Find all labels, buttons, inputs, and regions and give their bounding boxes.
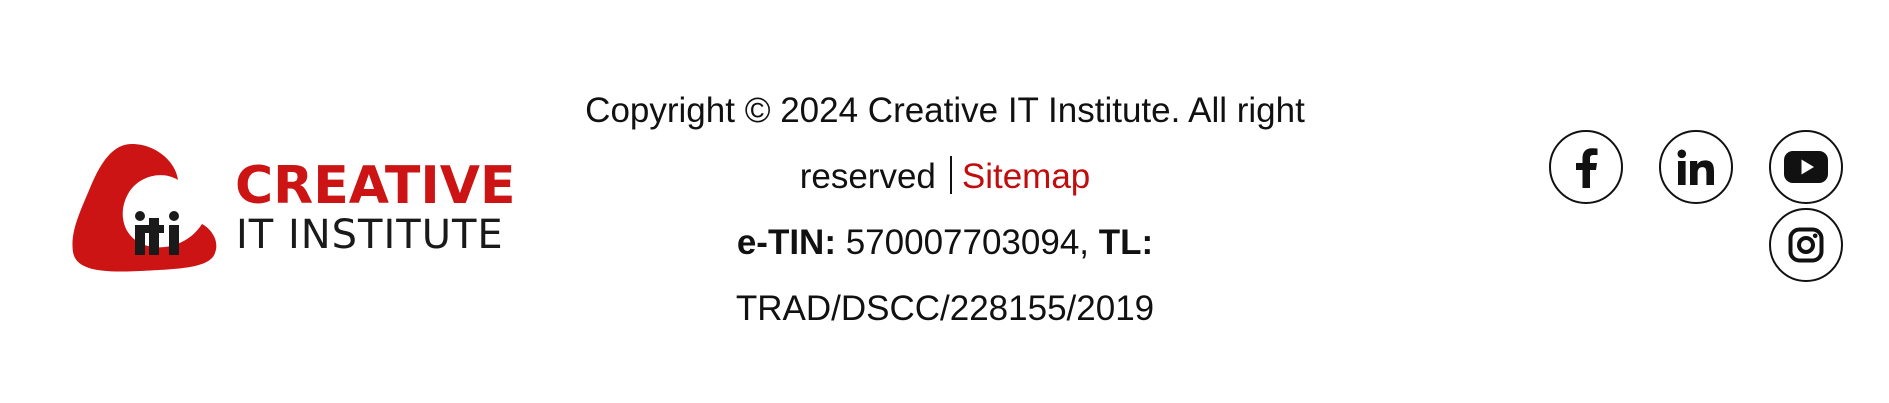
sitemap-link[interactable]: Sitemap bbox=[962, 157, 1090, 196]
divider bbox=[949, 156, 952, 194]
instagram-button[interactable] bbox=[1769, 208, 1843, 282]
logo-mark-icon bbox=[72, 144, 217, 272]
linkedin-icon bbox=[1677, 149, 1714, 185]
reserved-line: reserved Sitemap bbox=[540, 144, 1350, 210]
etin-value: 570007703094, bbox=[835, 223, 1090, 262]
linkedin-button[interactable] bbox=[1659, 130, 1733, 204]
facebook-icon bbox=[1576, 148, 1598, 188]
logo-subtitle: IT INSTITUTE bbox=[236, 212, 504, 258]
reserved-text: reserved bbox=[799, 157, 936, 196]
etin-line: e-TIN: 570007703094, TL: bbox=[540, 210, 1350, 276]
facebook-button[interactable] bbox=[1549, 130, 1623, 204]
copyright-block: Copyright © 2024 Creative IT Institute. … bbox=[540, 78, 1350, 342]
tl-label: TL: bbox=[1089, 223, 1154, 262]
tl-value: TRAD/DSCC/228155/2019 bbox=[735, 289, 1155, 328]
site-footer: CREATIVE IT INSTITUTE Copyright © 2024 C… bbox=[0, 0, 1889, 403]
logo-title: CREATIVE bbox=[235, 156, 516, 216]
youtube-button[interactable] bbox=[1769, 130, 1843, 204]
copyright-line: Copyright © 2024 Creative IT Institute. … bbox=[585, 91, 1305, 130]
instagram-icon bbox=[1788, 227, 1824, 263]
creative-it-logo[interactable]: CREATIVE IT INSTITUTE bbox=[70, 140, 520, 275]
youtube-icon bbox=[1784, 151, 1828, 183]
etin-label: e-TIN: bbox=[736, 223, 836, 262]
